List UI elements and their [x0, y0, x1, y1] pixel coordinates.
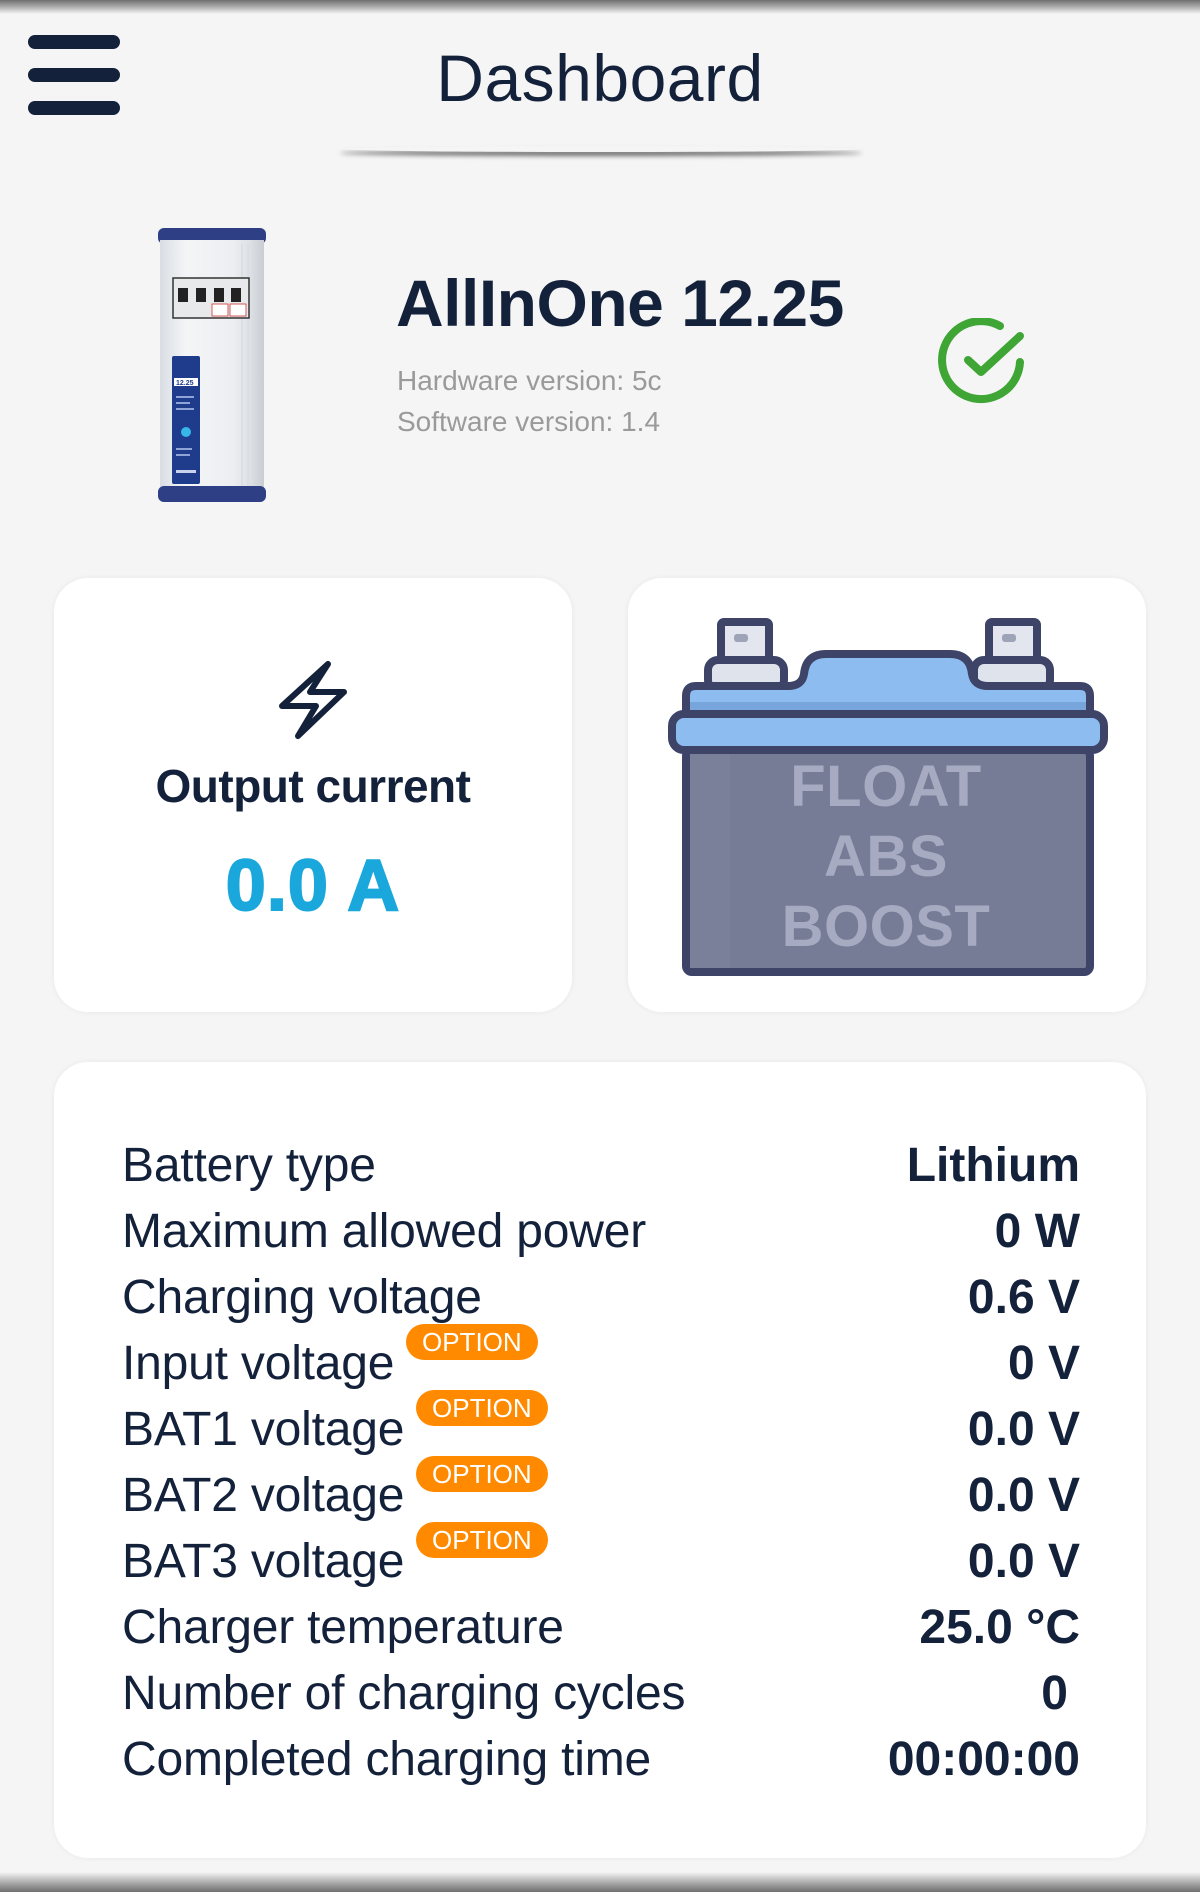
check-circle-icon — [938, 318, 1024, 404]
detail-label: BAT2 voltage — [122, 1468, 405, 1522]
detail-row-bat3-voltage: BAT3 voltage OPTION 0.0 V — [122, 1521, 1080, 1594]
detail-value: 0.0 V — [967, 1534, 1080, 1588]
detail-label: Charger temperature — [122, 1600, 564, 1654]
option-badge: OPTION — [406, 1323, 538, 1360]
detail-row-input-voltage: Input voltage OPTION 0 V — [122, 1323, 1080, 1396]
detail-row-max-power: Maximum allowed power 0 W — [122, 1198, 1080, 1264]
hardware-version: Hardware version: 5c — [397, 365, 662, 396]
detail-value: Lithium — [906, 1138, 1080, 1192]
lightning-bolt-icon — [279, 661, 347, 739]
battery-status-card[interactable]: FLOAT ABS BOOST — [628, 578, 1146, 1012]
detail-label: Completed charging time — [122, 1732, 652, 1786]
detail-label: Maximum allowed power — [122, 1204, 646, 1258]
detail-value: 0 W — [994, 1204, 1080, 1258]
detail-row-bat2-voltage: BAT2 voltage OPTION 0.0 V — [122, 1455, 1080, 1528]
detail-row-battery-type: Battery type Lithium — [122, 1132, 1080, 1198]
detail-label: Input voltage — [122, 1336, 395, 1390]
detail-label: Charging voltage — [122, 1270, 482, 1324]
device-name: AllInOne 12.25 — [396, 266, 844, 340]
detail-row-charger-temperature: Charger temperature 25.0 °C — [122, 1594, 1080, 1660]
mode-boost: BOOST — [781, 894, 991, 959]
mode-abs: ABS — [824, 824, 948, 889]
detail-value: 25.0 °C — [919, 1600, 1080, 1654]
option-badge: OPTION — [416, 1389, 548, 1426]
option-badge: OPTION — [416, 1521, 548, 1558]
navigation-bar-shadow — [0, 1872, 1200, 1892]
detail-value: 0.0 V — [967, 1402, 1080, 1456]
device-details-card: Battery type Lithium Maximum allowed pow… — [54, 1062, 1146, 1858]
detail-value: 0 — [1041, 1666, 1068, 1720]
mode-float: FLOAT — [790, 754, 982, 819]
detail-value: 00:00:00 — [887, 1732, 1080, 1786]
detail-value: 0.6 V — [967, 1270, 1080, 1324]
detail-row-bat1-voltage: BAT1 voltage OPTION 0.0 V — [122, 1389, 1080, 1462]
detail-value: 0 V — [1007, 1336, 1080, 1390]
detail-label: BAT1 voltage — [122, 1402, 405, 1456]
status-bar-shadow — [0, 0, 1200, 14]
detail-label: Battery type — [122, 1138, 376, 1192]
option-badge: OPTION — [416, 1455, 548, 1492]
detail-label: Number of charging cycles — [122, 1666, 686, 1720]
details-list: Battery type Lithium Maximum allowed pow… — [122, 1132, 1080, 1792]
detail-row-charging-voltage: Charging voltage 0.6 V — [122, 1264, 1080, 1330]
svg-text:12.25: 12.25 — [176, 380, 194, 387]
detail-row-charging-time: Completed charging time 00:00:00 — [122, 1726, 1080, 1792]
detail-value: 0.0 V — [967, 1468, 1080, 1522]
software-version: Software version: 1.4 — [397, 406, 661, 437]
device-product-image: 12.25 — [158, 228, 266, 502]
output-current-card[interactable]: Output current 0.0 A — [54, 578, 572, 1012]
detail-label: BAT3 voltage — [122, 1534, 405, 1588]
title-divider — [340, 146, 862, 152]
charge-modes: FLOAT ABS BOOST — [686, 752, 1086, 962]
output-current-label: Output current — [155, 760, 471, 812]
page-title: Dashboard — [436, 41, 764, 115]
output-current-value: 0.0 A — [225, 845, 401, 927]
detail-row-charging-cycles: Number of charging cycles 0 — [122, 1660, 1080, 1726]
